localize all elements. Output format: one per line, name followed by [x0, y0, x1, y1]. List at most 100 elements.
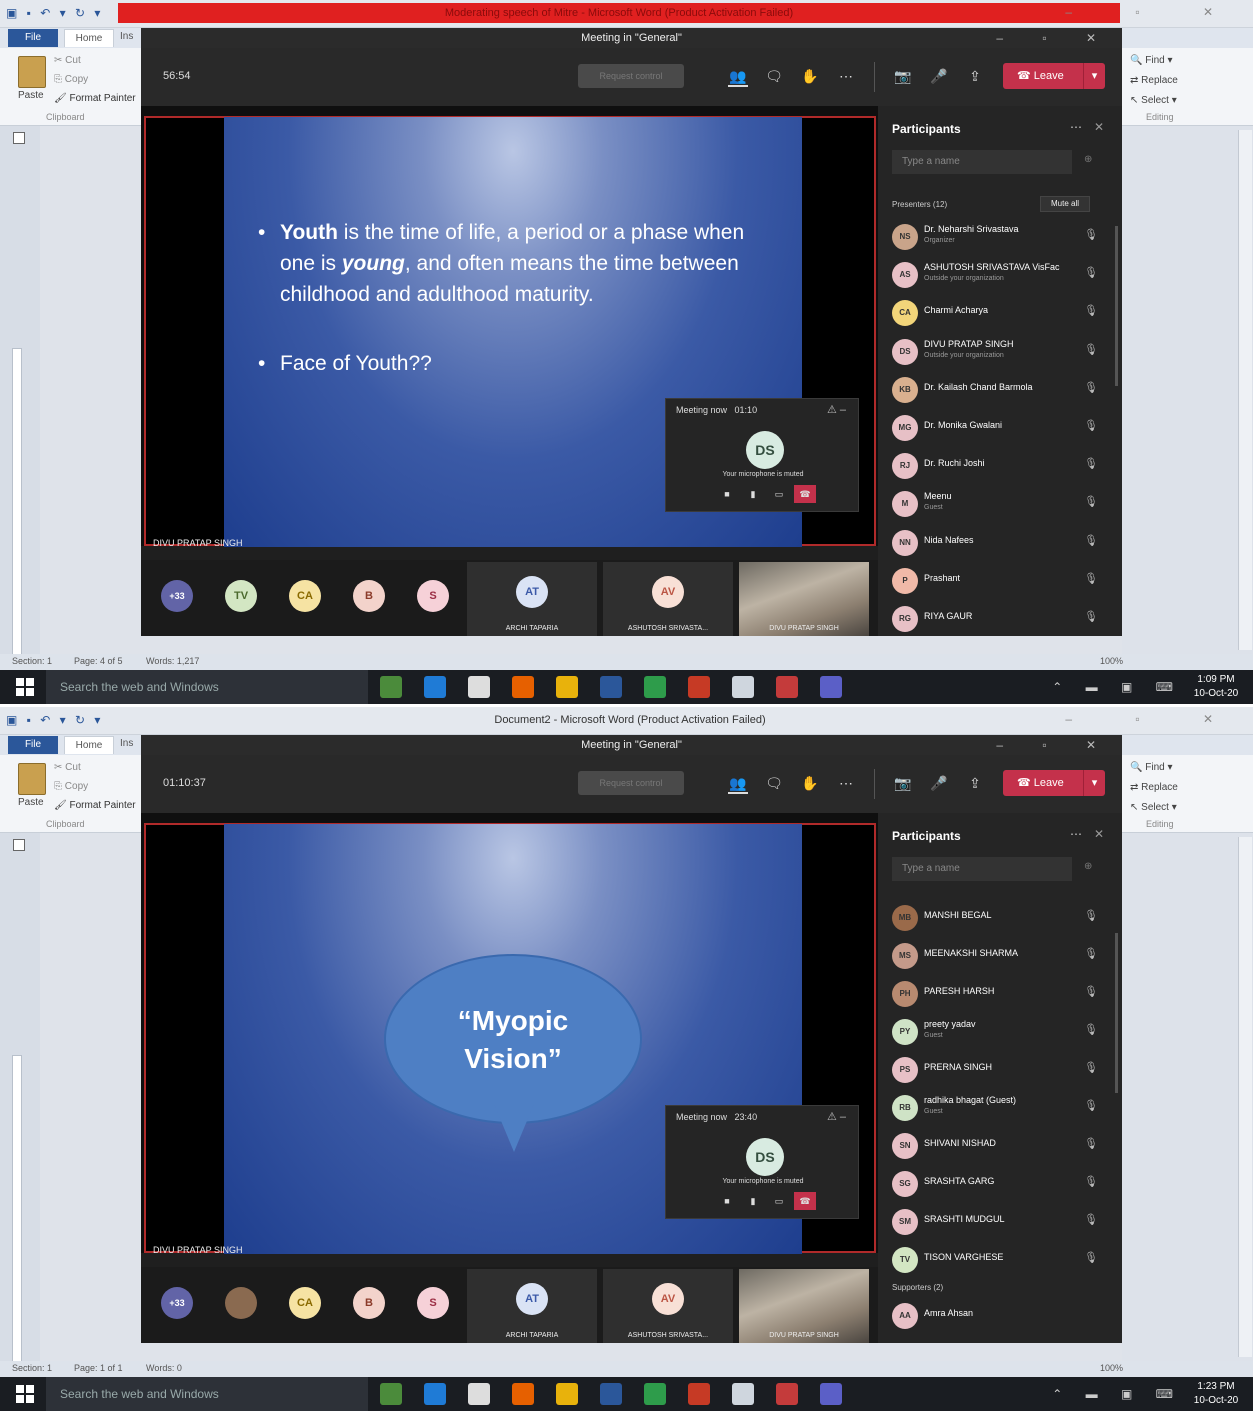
mini-camera-icon[interactable]: ■: [716, 1192, 738, 1210]
zoom-level[interactable]: 100%: [1100, 656, 1123, 666]
tab-selector-icon[interactable]: [13, 839, 25, 851]
taskbar-search[interactable]: Search the web and Windows: [46, 670, 368, 704]
participant-row[interactable]: PS PRERNA SINGH 🎙: [890, 1051, 1104, 1087]
hangouts-icon[interactable]: [644, 1383, 666, 1405]
gallery-avatar[interactable]: TV: [225, 580, 257, 612]
tab-selector-icon[interactable]: [13, 132, 25, 144]
request-control-button[interactable]: Request control: [578, 771, 684, 795]
teams-icon[interactable]: [820, 1383, 842, 1405]
paste-icon[interactable]: [18, 763, 46, 795]
panel-more-icon[interactable]: ⋯: [1070, 827, 1082, 841]
panel-close-icon[interactable]: ✕: [1094, 120, 1104, 134]
video-tile[interactable]: AT ARCHI TAPARIA: [467, 562, 597, 636]
mic-muted-icon[interactable]: 🎙: [1084, 1099, 1098, 1112]
taskbar-clock[interactable]: 1:09 PM 10-Oct-20: [1191, 673, 1241, 701]
participant-row[interactable]: SM SRASHTI MUDGUL 🎙: [890, 1203, 1104, 1239]
vertical-scrollbar[interactable]: [1238, 837, 1252, 1357]
panel-more-icon[interactable]: ⋯: [1070, 120, 1082, 134]
mic-muted-icon[interactable]: 🎙: [1084, 228, 1098, 241]
format-painter-button[interactable]: 🖌 Format Painter: [54, 800, 136, 811]
more-participants-badge[interactable]: +33: [161, 1287, 193, 1319]
status-words[interactable]: Words: 1,217: [146, 656, 199, 666]
tab-home[interactable]: Home: [64, 736, 114, 754]
video-tile[interactable]: AV ASHUTOSH SRIVASTA...: [603, 1269, 733, 1343]
panel-scrollbar[interactable]: [1115, 226, 1118, 386]
leave-button[interactable]: ☎ Leave ▾: [1003, 770, 1105, 796]
window-controls[interactable]: – ▫ ✕: [1065, 5, 1243, 19]
app-icon[interactable]: [776, 1383, 798, 1405]
cut-button[interactable]: ✂ Cut: [54, 762, 81, 773]
find-button[interactable]: 🔍 Find ▾: [1130, 52, 1245, 72]
participant-row[interactable]: MG Dr. Monika Gwalani 🎙: [890, 409, 1104, 445]
mute-all-button[interactable]: Mute all: [1040, 196, 1090, 212]
request-control-button[interactable]: Request control: [578, 64, 684, 88]
participant-search-input[interactable]: Type a name: [892, 857, 1072, 881]
more-actions-icon[interactable]: ⋯: [836, 68, 856, 85]
status-page[interactable]: Page: 1 of 1: [74, 1363, 123, 1373]
paste-button[interactable]: Paste: [18, 90, 44, 101]
photos-icon[interactable]: [732, 1383, 754, 1405]
store-icon[interactable]: [468, 676, 490, 698]
participant-row[interactable]: RG RIYA GAUR 🎙: [890, 600, 1104, 636]
participant-row[interactable]: AS ASHUTOSH SRIVASTAVA VisFac Outside your…: [890, 256, 1104, 292]
teams-icon[interactable]: [820, 676, 842, 698]
mini-hangup-icon[interactable]: ☎: [794, 485, 816, 503]
participant-row[interactable]: P Prashant 🎙: [890, 562, 1104, 598]
camera-off-icon[interactable]: 📷: [893, 68, 913, 85]
participant-row[interactable]: NS Dr. Neharshi Srivastava Organizer 🎙: [890, 218, 1104, 254]
panel-close-icon[interactable]: ✕: [1094, 827, 1104, 841]
app-icon[interactable]: [776, 676, 798, 698]
more-actions-icon[interactable]: ⋯: [836, 775, 856, 792]
supporters-section[interactable]: Supporters (2): [892, 1283, 943, 1292]
mic-muted-icon[interactable]: 🎙: [1084, 909, 1098, 922]
participant-row[interactable]: PH PARESH HARSH 🎙: [890, 975, 1104, 1011]
participant-row[interactable]: CA Charmi Acharya 🎙: [890, 294, 1104, 330]
warning-icon[interactable]: ⚠ –: [827, 1110, 846, 1123]
file-explorer-icon[interactable]: [380, 676, 402, 698]
word-icon[interactable]: [600, 676, 622, 698]
tab-insert[interactable]: Ins: [120, 31, 133, 42]
video-tile[interactable]: AV ASHUTOSH SRIVASTA...: [603, 562, 733, 636]
mic-muted-icon[interactable]: 🎙: [1084, 947, 1098, 960]
mic-muted-icon[interactable]: 🎙: [1084, 572, 1098, 585]
video-tile[interactable]: DIVU PRATAP SINGH: [739, 1269, 869, 1343]
zoom-level[interactable]: 100%: [1100, 1363, 1123, 1373]
edge-icon[interactable]: [424, 1383, 446, 1405]
mic-muted-icon[interactable]: 🎙: [1084, 1061, 1098, 1074]
powerpoint-icon[interactable]: [688, 1383, 710, 1405]
participants-icon[interactable]: 👥: [728, 775, 748, 794]
mini-share-icon[interactable]: ▭: [768, 1192, 790, 1210]
camera-off-icon[interactable]: 📷: [893, 775, 913, 792]
quick-access-toolbar[interactable]: ▣ ▪ ↶ ▾ ↻ ▾: [6, 713, 103, 727]
mic-muted-icon[interactable]: 🎙: [1084, 1137, 1098, 1150]
mic-muted-icon[interactable]: 🎙: [1084, 304, 1098, 317]
mic-muted-icon[interactable]: 🎙: [1084, 495, 1098, 508]
quick-access-toolbar[interactable]: ▣ ▪ ↶ ▾ ↻ ▾: [6, 6, 103, 20]
find-button[interactable]: 🔍 Find ▾: [1130, 759, 1245, 779]
windows-start-icon[interactable]: [16, 678, 34, 696]
tab-insert[interactable]: Ins: [120, 738, 133, 749]
leave-button[interactable]: ☎ Leave ▾: [1003, 63, 1105, 89]
mic-muted-icon[interactable]: 🎙: [1084, 1023, 1098, 1036]
system-tray[interactable]: ⌃ ▬ ▣ ⌨: [1052, 1387, 1183, 1401]
cut-button[interactable]: ✂ Cut: [54, 55, 81, 66]
tab-home[interactable]: Home: [64, 29, 114, 47]
share-screen-icon[interactable]: ⇪: [965, 775, 985, 792]
format-painter-button[interactable]: 🖌 Format Painter: [54, 93, 136, 104]
firefox-icon[interactable]: [512, 676, 534, 698]
presenters-section[interactable]: Presenters (12): [892, 200, 947, 209]
replace-button[interactable]: ⇄ Replace: [1130, 72, 1245, 92]
photos-icon[interactable]: [732, 676, 754, 698]
mic-muted-icon[interactable]: 🎙: [1084, 266, 1098, 279]
mini-share-icon[interactable]: ▭: [768, 485, 790, 503]
mic-muted-icon[interactable]: 🎙: [1084, 985, 1098, 998]
participant-row[interactable]: SN SHIVANI NISHAD 🎙: [890, 1127, 1104, 1163]
add-participant-icon[interactable]: ⊕: [1084, 154, 1092, 165]
participant-row[interactable]: RJ Dr. Ruchi Joshi 🎙: [890, 447, 1104, 483]
mic-muted-icon[interactable]: 🎙: [1084, 610, 1098, 623]
tab-file[interactable]: File: [8, 29, 58, 47]
mic-muted-icon[interactable]: 🎙: [1084, 457, 1098, 470]
replace-button[interactable]: ⇄ Replace: [1130, 779, 1245, 799]
mic-off-icon[interactable]: 🎤: [929, 775, 949, 792]
participant-row[interactable]: MB MANSHI BEGAL 🎙: [890, 899, 1104, 935]
